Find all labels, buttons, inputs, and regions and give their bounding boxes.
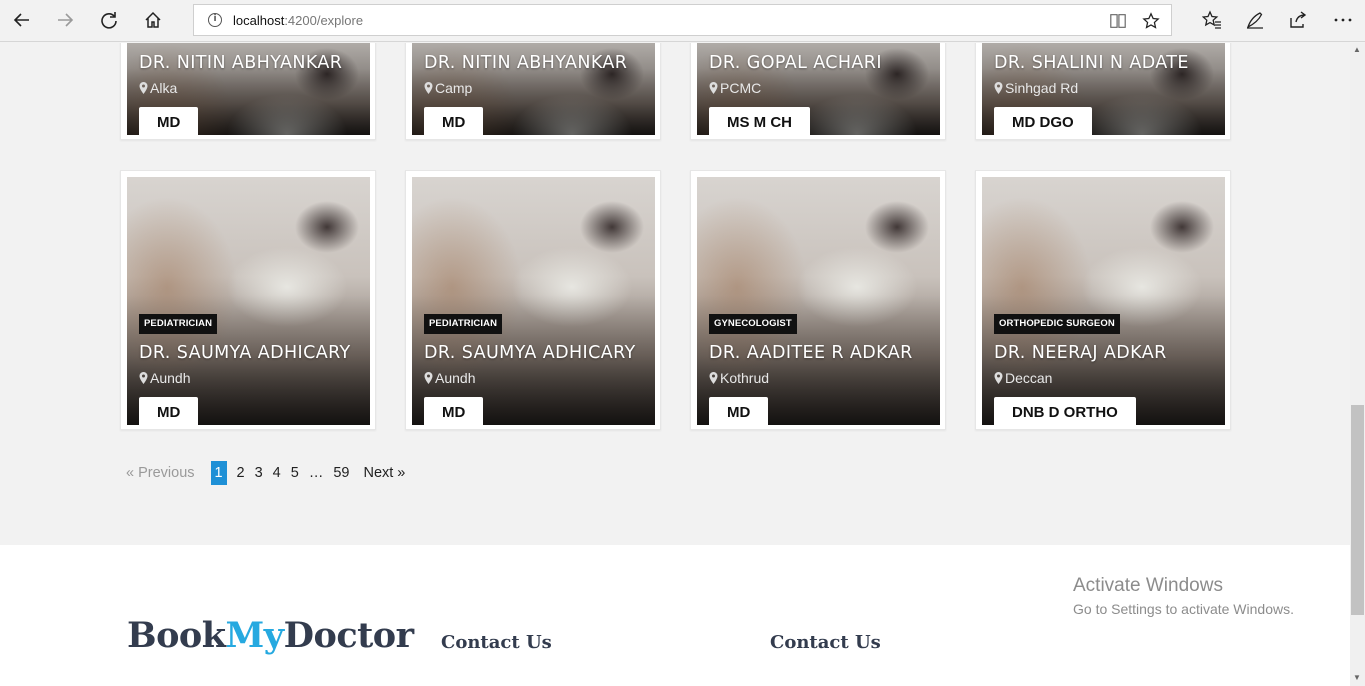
doctor-photo: ORTHOPEDIC SURGEON DR. NEERAJ ADKAR Decc…: [982, 177, 1225, 425]
forward-arrow-icon[interactable]: [48, 5, 82, 35]
doctor-location: Camp: [424, 80, 472, 96]
doctor-card[interactable]: GYNECOLOGIST DR. AADITEE R ADKAR Kothrud…: [690, 170, 946, 430]
map-pin-icon: [994, 82, 1003, 94]
page-link-4[interactable]: 4: [273, 465, 281, 481]
degree-badge: MD: [424, 107, 484, 135]
vertical-scrollbar[interactable]: ▲ ▼: [1350, 43, 1365, 686]
page-link-5[interactable]: 5: [291, 465, 299, 481]
degree-badge: DNB D ORTHO: [994, 397, 1136, 425]
doctor-photo: DR. GOPAL ACHARI PCMC MS M CH: [697, 43, 940, 135]
logo-doctor: Doctor: [283, 615, 414, 656]
doctor-photo: DR. NITIN ABHYANKAR Camp MD: [412, 43, 655, 135]
logo-book: Book: [127, 615, 226, 656]
doctor-name[interactable]: DR. AADITEE R ADKAR: [709, 343, 913, 363]
map-pin-icon: [424, 82, 433, 94]
scrollbar-thumb[interactable]: [1351, 405, 1364, 615]
url-host: localhost: [233, 12, 285, 28]
map-pin-icon: [709, 372, 718, 384]
doctor-location: Aundh: [139, 370, 190, 386]
doctor-name[interactable]: DR. SHALINI N ADATE: [994, 53, 1189, 73]
doctor-location: Deccan: [994, 370, 1052, 386]
next-page-link[interactable]: Next »: [363, 465, 405, 481]
page-ellipsis: …: [308, 465, 324, 481]
more-menu-icon[interactable]: [1326, 5, 1360, 35]
doctor-photo: PEDIATRICIAN DR. SAUMYA ADHICARY Aundh M…: [127, 177, 370, 425]
location-text: Aundh: [150, 370, 191, 386]
specialty-tag: PEDIATRICIAN: [139, 314, 218, 334]
doctor-card[interactable]: DR. SHALINI N ADATE Sinhgad Rd MD DGO: [975, 43, 1231, 140]
footer-contact-title: Contact Us: [441, 632, 552, 653]
scroll-down-arrow-icon[interactable]: ▼: [1353, 673, 1361, 682]
url-text: localhost:4200/explore: [233, 13, 363, 28]
doctor-name[interactable]: DR. SAUMYA ADHICARY: [424, 343, 636, 363]
doctor-photo: DR. NITIN ABHYANKAR Alka MD: [127, 43, 370, 135]
location-text: Alka: [150, 80, 178, 96]
degree-badge: MD DGO: [994, 107, 1092, 135]
favorites-hub-icon[interactable]: [1195, 5, 1229, 35]
doctor-location: Alka: [139, 80, 177, 96]
map-pin-icon: [139, 372, 148, 384]
doctor-card[interactable]: DR. NITIN ABHYANKAR Alka MD: [120, 43, 376, 140]
degree-badge: MD: [139, 397, 199, 425]
share-icon[interactable]: [1281, 5, 1315, 35]
page-link-59[interactable]: 59: [333, 465, 349, 481]
location-text: Deccan: [1005, 370, 1053, 386]
map-pin-icon: [994, 372, 1003, 384]
doctor-photo: DR. SHALINI N ADATE Sinhgad Rd MD DGO: [982, 43, 1225, 135]
specialty-tag: ORTHOPEDIC SURGEON: [994, 314, 1120, 334]
location-text: Kothrud: [720, 370, 770, 386]
map-pin-icon: [139, 82, 148, 94]
address-bar[interactable]: i localhost:4200/explore: [193, 4, 1172, 36]
specialty-tag: PEDIATRICIAN: [424, 314, 503, 334]
doctor-photo: PEDIATRICIAN DR. SAUMYA ADHICARY Aundh M…: [412, 177, 655, 425]
location-text: Sinhgad Rd: [1005, 80, 1079, 96]
page-link-2[interactable]: 2: [237, 465, 245, 481]
doctor-name[interactable]: DR. GOPAL ACHARI: [709, 53, 882, 73]
degree-badge: MD: [139, 107, 199, 135]
map-pin-icon: [709, 82, 718, 94]
doctor-card[interactable]: PEDIATRICIAN DR. SAUMYA ADHICARY Aundh M…: [405, 170, 661, 430]
doctor-name[interactable]: DR. NITIN ABHYANKAR: [139, 53, 342, 73]
scroll-up-arrow-icon[interactable]: ▲: [1353, 45, 1361, 54]
doctor-name[interactable]: DR. NITIN ABHYANKAR: [424, 53, 627, 73]
favorite-star-icon[interactable]: [1141, 11, 1161, 31]
home-icon[interactable]: [136, 5, 170, 35]
specialty-tag: GYNECOLOGIST: [709, 314, 797, 334]
back-arrow-icon[interactable]: [5, 5, 39, 35]
refresh-icon[interactable]: [92, 5, 126, 35]
doctor-card[interactable]: DR. GOPAL ACHARI PCMC MS M CH: [690, 43, 946, 140]
reading-view-icon[interactable]: [1108, 11, 1128, 31]
doctor-name[interactable]: DR. NEERAJ ADKAR: [994, 343, 1167, 363]
location-text: Aundh: [435, 370, 476, 386]
url-path: :4200/explore: [284, 12, 364, 28]
doctor-card[interactable]: DR. NITIN ABHYANKAR Camp MD: [405, 43, 661, 140]
browser-toolbar: i localhost:4200/explore: [0, 0, 1365, 42]
doctor-location: Kothrud: [709, 370, 769, 386]
page-link-1[interactable]: 1: [210, 461, 227, 485]
map-pin-icon: [424, 372, 433, 384]
doctor-location: Aundh: [424, 370, 475, 386]
footer-contact-title-2: Contact Us: [770, 632, 881, 653]
watermark-subtitle: Go to Settings to activate Windows.: [1073, 601, 1294, 617]
degree-badge: MD: [709, 397, 769, 425]
location-text: PCMC: [720, 80, 762, 96]
degree-badge: MS M CH: [709, 107, 810, 135]
page-link-3[interactable]: 3: [255, 465, 263, 481]
activate-windows-watermark: Activate Windows Go to Settings to activ…: [1073, 575, 1294, 617]
doctor-card[interactable]: PEDIATRICIAN DR. SAUMYA ADHICARY Aundh M…: [120, 170, 376, 430]
doctor-photo: GYNECOLOGIST DR. AADITEE R ADKAR Kothrud…: [697, 177, 940, 425]
watermark-title: Activate Windows: [1073, 575, 1223, 596]
doctor-location: PCMC: [709, 80, 761, 96]
degree-badge: MD: [424, 397, 484, 425]
previous-page-link[interactable]: « Previous: [126, 465, 195, 481]
doctor-name[interactable]: DR. SAUMYA ADHICARY: [139, 343, 351, 363]
info-icon[interactable]: i: [208, 13, 222, 27]
pagination: « Previous 1 2 3 4 5 … 59 Next »: [126, 461, 415, 485]
location-text: Camp: [435, 80, 473, 96]
doctor-location: Sinhgad Rd: [994, 80, 1078, 96]
logo-my: My: [225, 615, 285, 656]
doctor-card[interactable]: ORTHOPEDIC SURGEON DR. NEERAJ ADKAR Decc…: [975, 170, 1231, 430]
site-logo[interactable]: BookMyDoctor: [127, 615, 414, 656]
pen-notes-icon[interactable]: [1238, 5, 1272, 35]
